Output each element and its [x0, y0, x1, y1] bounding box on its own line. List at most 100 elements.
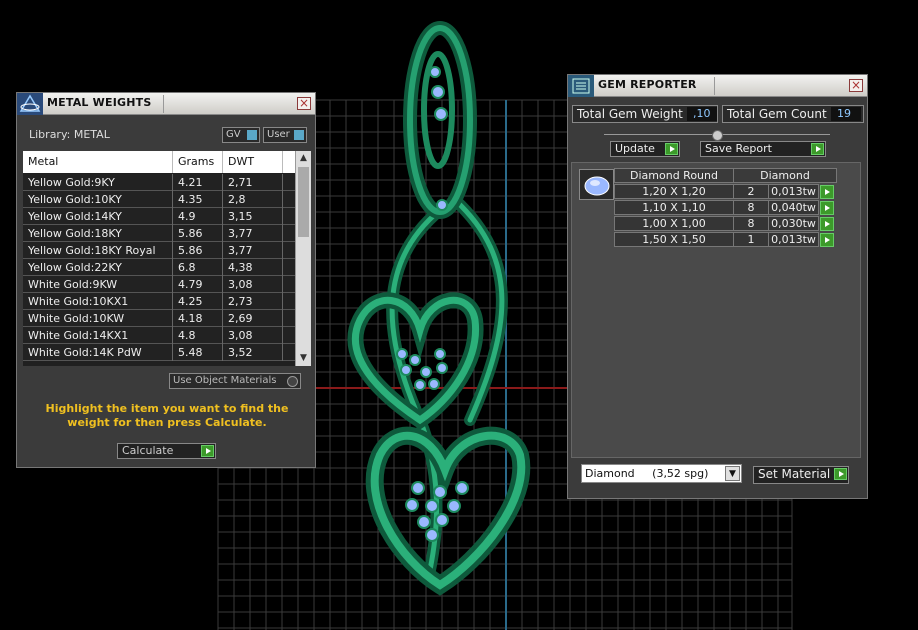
grams-cell: 5.86	[173, 242, 223, 259]
dwt-cell: 3,15	[223, 208, 283, 225]
gem-header-type: Diamond	[733, 168, 837, 183]
material-select[interactable]: Diamond (3,52 spg) ▼	[581, 464, 742, 483]
grams-cell: 4.18	[173, 310, 223, 327]
grams-cell: 4.21	[173, 174, 223, 191]
scroll-down-icon[interactable]: ▼	[298, 353, 309, 364]
metal-name-cell: Yellow Gold:22KY	[23, 259, 173, 276]
metal-weights-titlebar[interactable]: METAL WEIGHTS ×	[17, 93, 315, 115]
grams-cell: 6.8	[173, 259, 223, 276]
calculate-label: Calculate	[122, 444, 174, 457]
gem-weight-cell: 0,030tw	[768, 216, 819, 231]
metal-name-cell: White Gold:14K PdW	[23, 344, 173, 361]
gem-weight-cell: 0,013tw	[768, 232, 819, 247]
set-material-arrow-icon	[834, 468, 847, 480]
update-arrow-icon	[665, 143, 678, 155]
library-label: Library: METAL	[29, 128, 110, 141]
metal-weights-close-button[interactable]: ×	[297, 97, 311, 110]
gem-reporter-panel: GEM REPORTER × Total Gem Weight ,10 Tota…	[567, 74, 868, 499]
table-row[interactable]: Yellow Gold:18KY 5.86 3,77	[23, 225, 295, 242]
gem-size-cell: 1,20 X 1,20	[614, 184, 734, 199]
gem-count-cell: 8	[733, 200, 769, 215]
grams-cell: 5.86	[173, 225, 223, 242]
metal-weights-panel: METAL WEIGHTS × Library: METAL GV User M…	[16, 92, 316, 468]
report-slider[interactable]	[604, 130, 830, 141]
metal-name-cell: White Gold:9KW	[23, 276, 173, 293]
gem-reporter-logo-icon	[568, 75, 594, 97]
total-gem-weight-value: ,10	[687, 107, 717, 121]
gem-row-arrow-icon[interactable]	[820, 201, 834, 215]
gv-label: GV	[226, 129, 241, 140]
update-button[interactable]: Update	[610, 141, 680, 157]
table-row[interactable]: White Gold:10KW 4.18 2,69	[23, 310, 295, 327]
gem-row-arrow-icon[interactable]	[820, 233, 834, 247]
scroll-thumb[interactable]	[298, 167, 309, 237]
slider-handle-icon[interactable]	[712, 130, 723, 141]
column-header-grams[interactable]: Grams	[173, 151, 223, 173]
total-gem-count-value: 19	[831, 107, 861, 121]
save-report-button[interactable]: Save Report	[700, 141, 826, 157]
dwt-cell: 3,08	[223, 327, 283, 344]
calculate-arrow-icon	[201, 445, 214, 457]
gem-count-cell: 1	[733, 232, 769, 247]
metal-name-cell: Yellow Gold:18KY	[23, 225, 173, 242]
table-row[interactable]: Yellow Gold:10KY 4.35 2,8	[23, 191, 295, 208]
set-material-label: Set Material	[758, 467, 831, 481]
column-header-dwt[interactable]: DWT	[223, 151, 283, 173]
dwt-cell: 2,69	[223, 310, 283, 327]
dwt-cell: 2,8	[223, 191, 283, 208]
gv-toggle[interactable]: GV	[222, 127, 260, 143]
table-row[interactable]: Yellow Gold:14KY 4.9 3,15	[23, 208, 295, 225]
table-row[interactable]: Yellow Gold:9KY 4.21 2,71	[23, 174, 295, 191]
use-object-materials-toggle[interactable]: Use Object Materials	[169, 373, 301, 389]
total-gem-weight-box: Total Gem Weight ,10	[572, 105, 718, 123]
gem-row-arrow-icon[interactable]	[820, 185, 834, 199]
use-object-materials-label: Use Object Materials	[173, 375, 277, 386]
table-row[interactable]: Yellow Gold:18KY Royal 5.86 3,77	[23, 242, 295, 259]
user-toggle[interactable]: User	[263, 127, 307, 143]
table-row[interactable]: White Gold:14KX1 4.8 3,08	[23, 327, 295, 344]
gem-count-cell: 8	[733, 216, 769, 231]
grams-cell: 4.25	[173, 293, 223, 310]
metal-name-cell: Yellow Gold:14KY	[23, 208, 173, 225]
metal-weights-title: METAL WEIGHTS	[47, 96, 152, 109]
metal-name-cell: White Gold:14KX1	[23, 327, 173, 344]
grams-cell: 4.79	[173, 276, 223, 293]
dwt-cell: 3,52	[223, 344, 283, 361]
scroll-up-icon[interactable]: ▲	[298, 153, 309, 164]
titlebar-divider	[714, 77, 715, 95]
metal-name-cell: Yellow Gold:18KY Royal	[23, 242, 173, 259]
grams-cell: 4.8	[173, 327, 223, 344]
grams-cell: 5.48	[173, 344, 223, 361]
table-row[interactable]: Yellow Gold:22KY 6.8 4,38	[23, 259, 295, 276]
total-gem-count-box: Total Gem Count 19	[722, 105, 864, 123]
diamond-gem-icon[interactable]	[579, 169, 614, 200]
total-gem-count-label: Total Gem Count	[727, 107, 827, 121]
grams-cell: 4.9	[173, 208, 223, 225]
metal-weights-logo-icon	[17, 93, 43, 115]
dwt-cell: 3,77	[223, 225, 283, 242]
total-gem-weight-label: Total Gem Weight	[577, 107, 683, 121]
calculate-button[interactable]: Calculate	[117, 443, 216, 459]
set-material-button[interactable]: Set Material	[753, 466, 849, 484]
table-row[interactable]: White Gold:9KW 4.79 3,08	[23, 276, 295, 293]
gem-reporter-close-button[interactable]: ×	[849, 79, 863, 92]
save-report-arrow-icon	[811, 143, 824, 155]
grams-cell: 4.35	[173, 191, 223, 208]
user-indicator-icon	[294, 130, 304, 140]
metal-table-header: Metal Grams DWT	[23, 151, 295, 173]
gem-weight-cell: 0,013tw	[768, 184, 819, 199]
column-header-metal[interactable]: Metal	[23, 151, 173, 173]
gem-reporter-titlebar[interactable]: GEM REPORTER ×	[568, 75, 867, 97]
update-label: Update	[615, 142, 655, 155]
dwt-cell: 2,71	[223, 174, 283, 191]
metal-table-scrollbar[interactable]: ▲ ▼	[295, 151, 311, 366]
titlebar-divider	[163, 95, 164, 113]
table-row[interactable]: White Gold:10KX1 4.25 2,73	[23, 293, 295, 310]
metal-name-cell: Yellow Gold:9KY	[23, 174, 173, 191]
dwt-cell: 4,38	[223, 259, 283, 276]
table-row[interactable]: White Gold:14K PdW 5.48 3,52	[23, 344, 295, 361]
gem-weight-cell: 0,040tw	[768, 200, 819, 215]
chevron-down-icon[interactable]: ▼	[725, 466, 740, 481]
gem-row-arrow-icon[interactable]	[820, 217, 834, 231]
dwt-cell: 3,77	[223, 242, 283, 259]
